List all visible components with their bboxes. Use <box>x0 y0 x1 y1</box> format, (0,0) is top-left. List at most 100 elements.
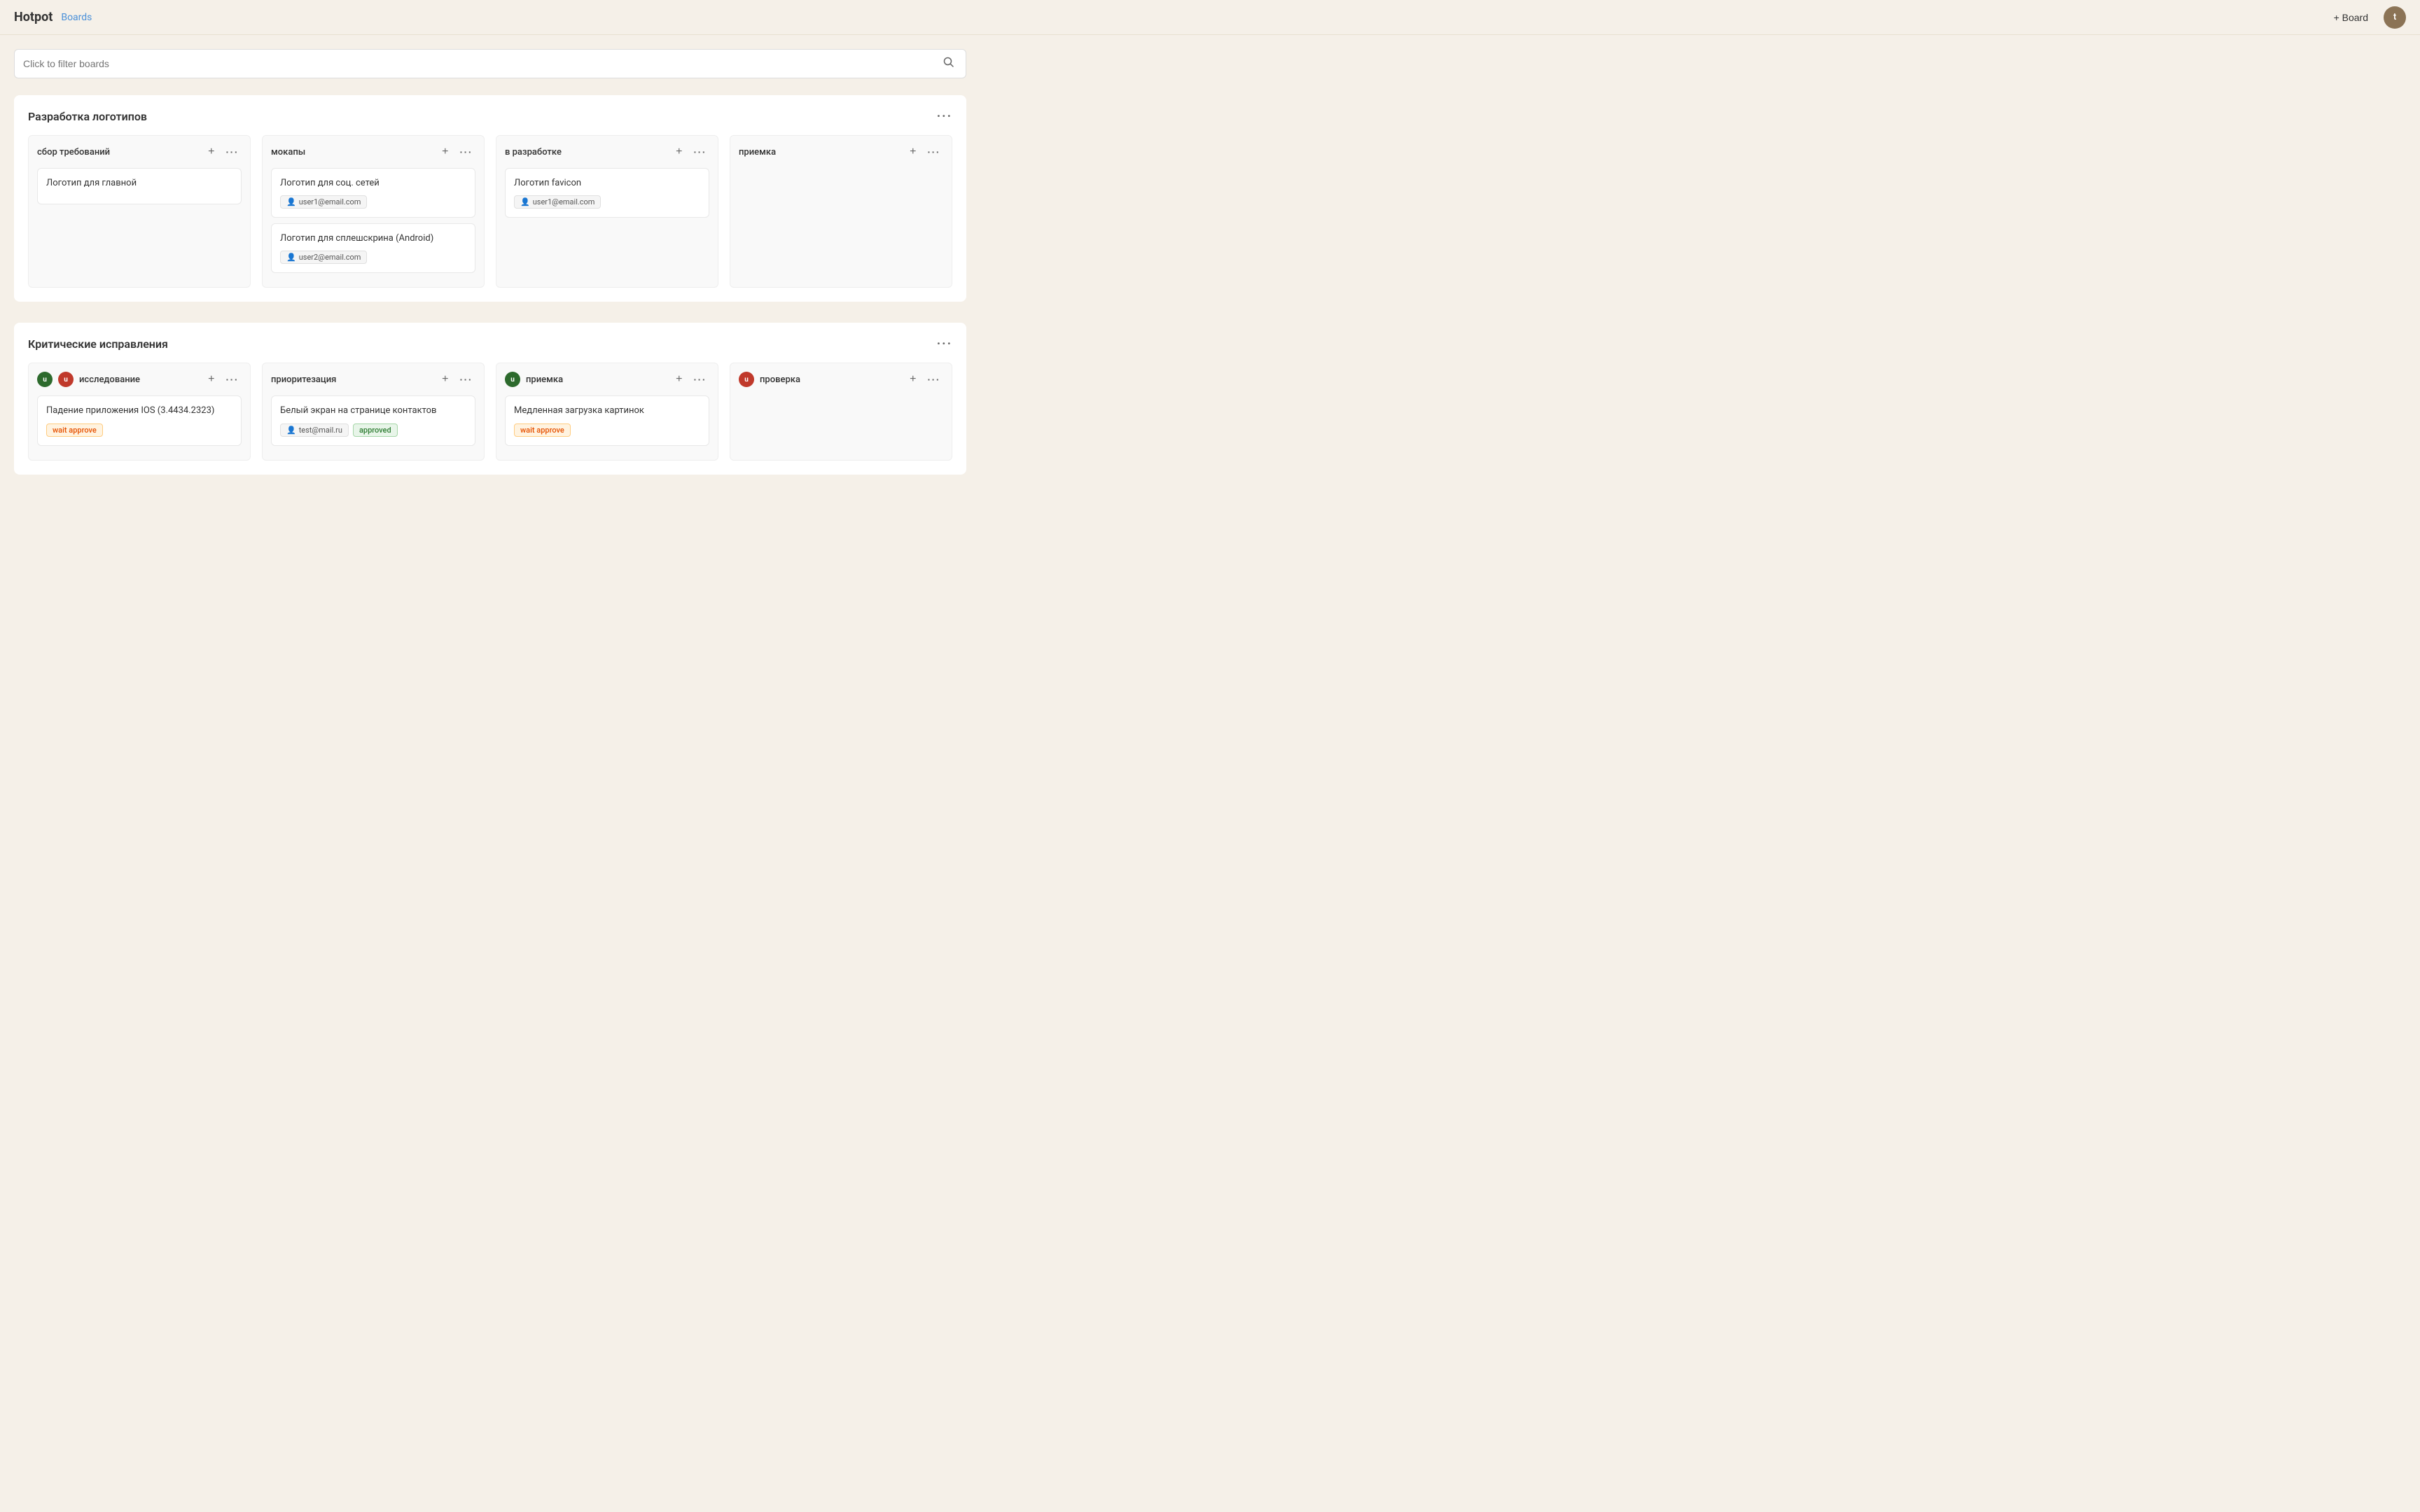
card-card-2[interactable]: Логотип для соц. сетей👤user1@email.com <box>271 168 475 218</box>
search-bar <box>14 49 966 78</box>
column-add-button[interactable]: + <box>205 372 217 387</box>
assignee-email: user1@email.com <box>533 197 595 206</box>
column-col-inprogress: в разработке + ··· Логотип favicon 👤user1@em… <box>496 135 718 288</box>
board-section-header: Разработка логотипов ··· <box>28 109 952 124</box>
column-title-row: uuисследование <box>37 372 140 387</box>
card-card-5[interactable]: Падение приложения IOS (3.4434.2323) wait… <box>37 396 242 445</box>
header-right: + Board t <box>2327 6 2406 29</box>
column-actions: + ··· <box>439 144 475 160</box>
column-title: в разработке <box>505 147 562 158</box>
column-more-button[interactable]: ··· <box>223 145 242 159</box>
card-meta: 👤test@mail.ru approved <box>280 424 466 437</box>
assignee-email: user2@email.com <box>299 253 361 262</box>
column-col-requirements: сбор требований + ··· Логотип для главной <box>28 135 251 288</box>
card-assignee: 👤test@mail.ru <box>280 424 349 437</box>
column-more-button[interactable]: ··· <box>925 372 944 386</box>
app-logo: Hotpot <box>14 10 53 24</box>
person-icon: 👤 <box>286 253 296 262</box>
assignee-email: test@mail.ru <box>299 426 342 435</box>
badge-wait: wait approve <box>514 424 571 437</box>
board-section-section-bugs: Критические исправления···uuисследование… <box>14 323 966 474</box>
column-header: сбор требований + ··· <box>37 144 242 160</box>
person-icon: 👤 <box>286 426 296 435</box>
card-assignee: 👤user1@email.com <box>280 195 367 209</box>
column-title-row: мокапы <box>271 147 305 158</box>
column-col-acceptance2: uприемка + ··· Медленная загрузка картинок w… <box>496 363 718 460</box>
card-card-6[interactable]: Белый экран на странице контактов 👤test@m… <box>271 396 475 445</box>
column-col-acceptance: приемка + ··· <box>730 135 952 288</box>
column-header: мокапы + ··· <box>271 144 475 160</box>
column-title: мокапы <box>271 147 305 158</box>
column-actions: + ··· <box>673 372 709 387</box>
add-board-button[interactable]: + Board <box>2327 8 2375 27</box>
card-card-4[interactable]: Логотип favicon 👤user1@email.com <box>505 168 709 218</box>
card-title: Падение приложения IOS (3.4434.2323) <box>46 405 232 417</box>
column-title: сбор требований <box>37 147 110 158</box>
card-card-1[interactable]: Логотип для главной <box>37 168 242 204</box>
card-card-3[interactable]: Логотип для сплешскрина (Android) 👤user2@… <box>271 223 475 273</box>
column-actions: + ··· <box>439 372 475 387</box>
card-meta: 👤user2@email.com <box>280 251 466 264</box>
board-section-header: Критические исправления ··· <box>28 337 952 351</box>
column-title: исследование <box>79 374 140 385</box>
columns-container: сбор требований + ··· Логотип для главной мо… <box>28 135 952 288</box>
column-add-button[interactable]: + <box>439 144 451 160</box>
column-title-row: сбор требований <box>37 147 110 158</box>
column-header: u проверка + ··· <box>739 372 943 387</box>
card-assignee: 👤user1@email.com <box>514 195 601 209</box>
column-actions: + ··· <box>907 144 943 160</box>
card-meta: 👤user1@email.com <box>280 195 466 209</box>
column-more-button[interactable]: ··· <box>457 372 476 386</box>
board-section-more-button[interactable]: ··· <box>937 109 952 124</box>
column-header: uuисследование + ··· <box>37 372 242 387</box>
column-col-prioritization: приоритезация+···Белый экран на странице… <box>262 363 485 460</box>
breadcrumb-boards[interactable]: Boards <box>61 12 92 23</box>
column-title-row: в разработке <box>505 147 562 158</box>
card-title: Логотип favicon <box>514 177 700 190</box>
assignee-email: user1@email.com <box>299 197 361 206</box>
board-section-more-button[interactable]: ··· <box>937 337 952 351</box>
column-actions: + ··· <box>205 372 242 387</box>
column-col-mockups: мокапы + ··· Логотип для соц. сетей👤user1@e… <box>262 135 485 288</box>
card-title: Медленная загрузка картинок <box>514 405 700 417</box>
column-header: приемка + ··· <box>739 144 943 160</box>
person-icon: 👤 <box>520 197 530 206</box>
card-title: Белый экран на странице контактов <box>280 405 466 417</box>
column-add-button[interactable]: + <box>673 372 685 387</box>
sections-container: Разработка логотипов ··· сбор требований + ·… <box>14 95 966 475</box>
column-col-research: uuисследование + ··· Падение приложения IOS… <box>28 363 251 460</box>
column-add-button[interactable]: + <box>205 144 217 160</box>
card-assignee: 👤user2@email.com <box>280 251 367 264</box>
column-title: приемка <box>739 147 776 158</box>
person-icon: 👤 <box>286 197 296 206</box>
card-meta: wait approve <box>46 424 232 437</box>
badge-approved: approved <box>353 424 398 437</box>
column-title: проверка <box>760 374 800 385</box>
card-meta: 👤user1@email.com <box>514 195 700 209</box>
column-avatar-red: u <box>739 372 754 387</box>
column-more-button[interactable]: ··· <box>691 145 710 159</box>
column-title-row: u проверка <box>739 372 800 387</box>
main-content: Разработка логотипов ··· сбор требований + ·… <box>0 35 980 510</box>
board-section-title: Разработка логотипов <box>28 110 147 123</box>
column-actions: + ··· <box>907 372 943 387</box>
search-icon <box>943 57 954 68</box>
columns-container: uuисследование + ··· Падение приложения IOS… <box>28 363 952 460</box>
column-more-button[interactable]: ··· <box>457 145 476 159</box>
search-input[interactable] <box>23 58 940 69</box>
column-add-button[interactable]: + <box>907 144 919 160</box>
search-button[interactable] <box>940 54 957 74</box>
column-add-button[interactable]: + <box>907 372 919 387</box>
column-more-button[interactable]: ··· <box>223 372 242 386</box>
column-actions: + ··· <box>205 144 242 160</box>
column-add-button[interactable]: + <box>439 372 451 387</box>
column-more-button[interactable]: ··· <box>925 145 944 159</box>
board-section-title: Критические исправления <box>28 337 168 351</box>
avatar[interactable]: t <box>2384 6 2406 29</box>
column-add-button[interactable]: + <box>673 144 685 160</box>
card-card-7[interactable]: Медленная загрузка картинок wait approve <box>505 396 709 445</box>
column-more-button[interactable]: ··· <box>691 372 710 386</box>
card-title: Логотип для сплешскрина (Android) <box>280 232 466 245</box>
column-title-row: uприемка <box>505 372 563 387</box>
column-header: приоритезация+··· <box>271 372 475 387</box>
